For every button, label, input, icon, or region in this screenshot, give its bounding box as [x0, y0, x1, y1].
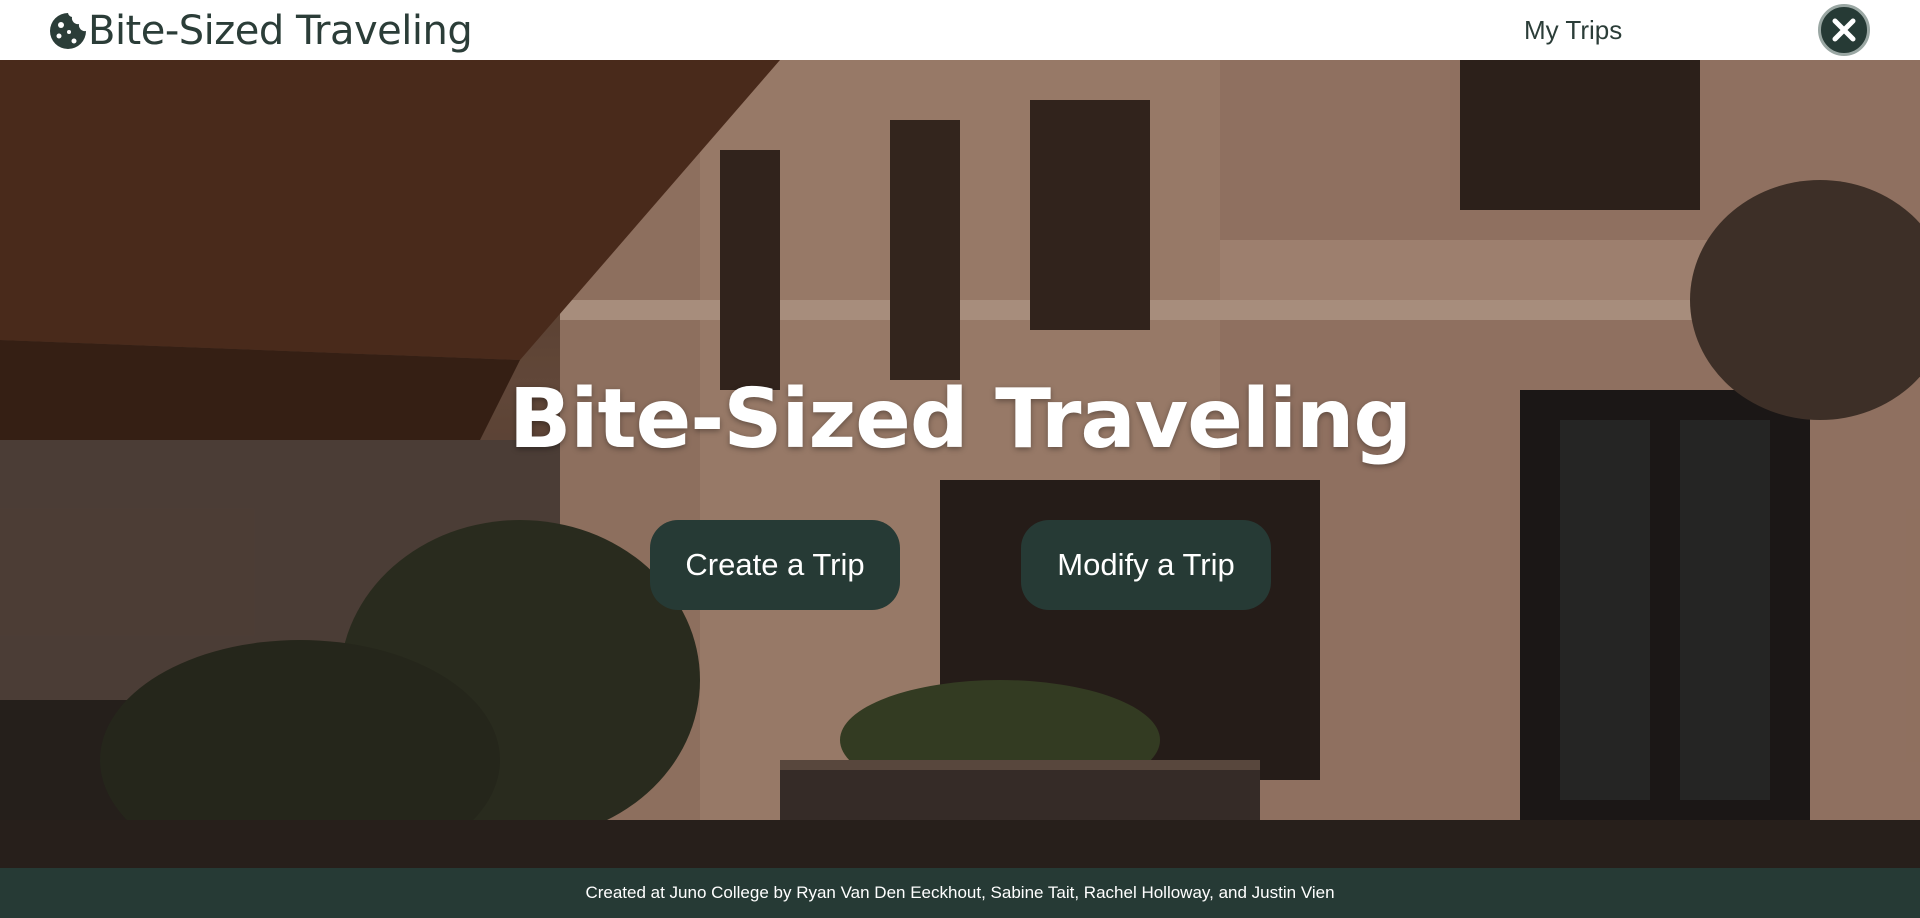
brand-logo[interactable]: Bite-Sized Traveling [48, 8, 473, 54]
site-footer: Created at Juno College by Ryan Van Den … [0, 868, 1920, 918]
hero-title: Bite-Sized Traveling [508, 372, 1412, 467]
footer-credit: Created at Juno College by Ryan Van Den … [585, 883, 1335, 902]
hero-section: Bite-Sized Traveling Create a Trip Modif… [0, 60, 1920, 868]
brand-title: Bite-Sized Traveling [88, 8, 473, 54]
nav-my-trips[interactable]: My Trips [1524, 14, 1622, 46]
modify-trip-button[interactable]: Modify a Trip [1021, 520, 1271, 610]
close-icon [1832, 18, 1856, 42]
create-trip-button[interactable]: Create a Trip [650, 520, 900, 610]
site-header: Bite-Sized Traveling My Trips [0, 0, 1920, 60]
cookie-icon [50, 13, 86, 49]
close-button[interactable] [1818, 4, 1870, 56]
